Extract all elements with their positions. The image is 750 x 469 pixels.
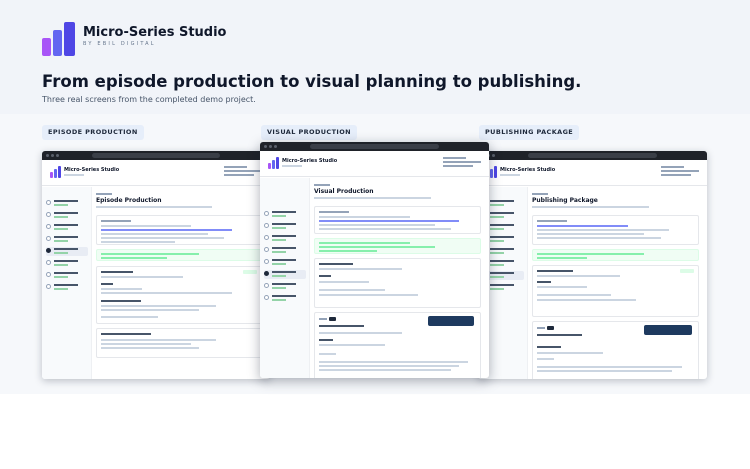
page-headline: From episode production to visual planni…: [42, 72, 582, 91]
main-content: Episode Production: [96, 191, 262, 379]
screen-label-visual: VISUAL PRODUCTION: [261, 125, 358, 140]
sidebar-step[interactable]: [46, 199, 88, 208]
sidebar-step[interactable]: [264, 222, 306, 231]
version-card: [96, 328, 262, 358]
workflow-sidebar: [260, 178, 310, 378]
status-box: [532, 249, 699, 261]
browser-chrome: [478, 151, 707, 160]
app-header: Micro-Series Studio: [260, 151, 489, 177]
status-box: [314, 238, 481, 254]
brand-byline: BY EBIL DIGITAL: [83, 41, 156, 47]
sidebar-step[interactable]: [264, 246, 306, 255]
app-header: Micro-Series Studio: [42, 160, 270, 186]
workflow-sidebar: [42, 187, 92, 379]
package-card: [532, 265, 699, 317]
app-title: Micro-Series Studio: [64, 167, 120, 173]
export-button[interactable]: [644, 325, 692, 335]
sidebar-step[interactable]: [46, 235, 88, 244]
overview-card: [96, 215, 262, 245]
app-title: Micro-Series Studio: [500, 167, 556, 173]
sidebar-step-active[interactable]: [264, 270, 306, 279]
publishing-card: [532, 321, 699, 379]
sidebar-step-active[interactable]: [46, 247, 88, 256]
browser-chrome: [42, 151, 270, 160]
page-title: Publishing Package: [532, 197, 598, 204]
screen-label-episode: EPISODE PRODUCTION: [42, 125, 144, 140]
page-title: Episode Production: [96, 197, 162, 204]
app-title: Micro-Series Studio: [282, 158, 338, 164]
page-title: Visual Production: [314, 188, 374, 195]
browser-chrome: [260, 142, 489, 151]
screen-label-publishing: PUBLISHING PACKAGE: [479, 125, 580, 140]
sidebar-step[interactable]: [46, 259, 88, 268]
hero-section: Micro-Series Studio BY EBIL DIGITAL From…: [0, 0, 750, 114]
main-content: Publishing Package: [532, 191, 699, 379]
episode-production-screenshot: Micro-Series Studio Episode Production: [42, 151, 270, 379]
status-box: [96, 249, 262, 261]
mini-logo-icon: [268, 157, 279, 169]
sidebar-step[interactable]: [264, 210, 306, 219]
visual-production-screenshot: Micro-Series Studio Visual Production: [260, 142, 489, 378]
page-subline: Three real screens from the completed de…: [42, 95, 256, 104]
studio-logo-icon: [42, 22, 76, 56]
main-content: Visual Production: [314, 182, 481, 378]
sidebar-step[interactable]: [264, 294, 306, 303]
prompt-card: [314, 312, 481, 378]
script-card: [96, 266, 262, 324]
overview-card: [532, 215, 699, 245]
sidebar-step[interactable]: [264, 258, 306, 267]
brand-name: Micro-Series Studio: [83, 25, 227, 40]
overview-card: [314, 206, 481, 234]
mini-logo-icon: [50, 166, 61, 178]
sidebar-step[interactable]: [264, 282, 306, 291]
sidebar-step[interactable]: [46, 271, 88, 280]
visual-card: [314, 258, 481, 308]
sidebar-step[interactable]: [46, 283, 88, 292]
app-header: Micro-Series Studio: [478, 160, 707, 186]
sidebar-step[interactable]: [46, 211, 88, 220]
sidebar-step[interactable]: [46, 223, 88, 232]
publishing-package-screenshot: Micro-Series Studio Publishing Package: [478, 151, 707, 379]
sidebar-step[interactable]: [264, 234, 306, 243]
generate-button[interactable]: [428, 316, 474, 326]
